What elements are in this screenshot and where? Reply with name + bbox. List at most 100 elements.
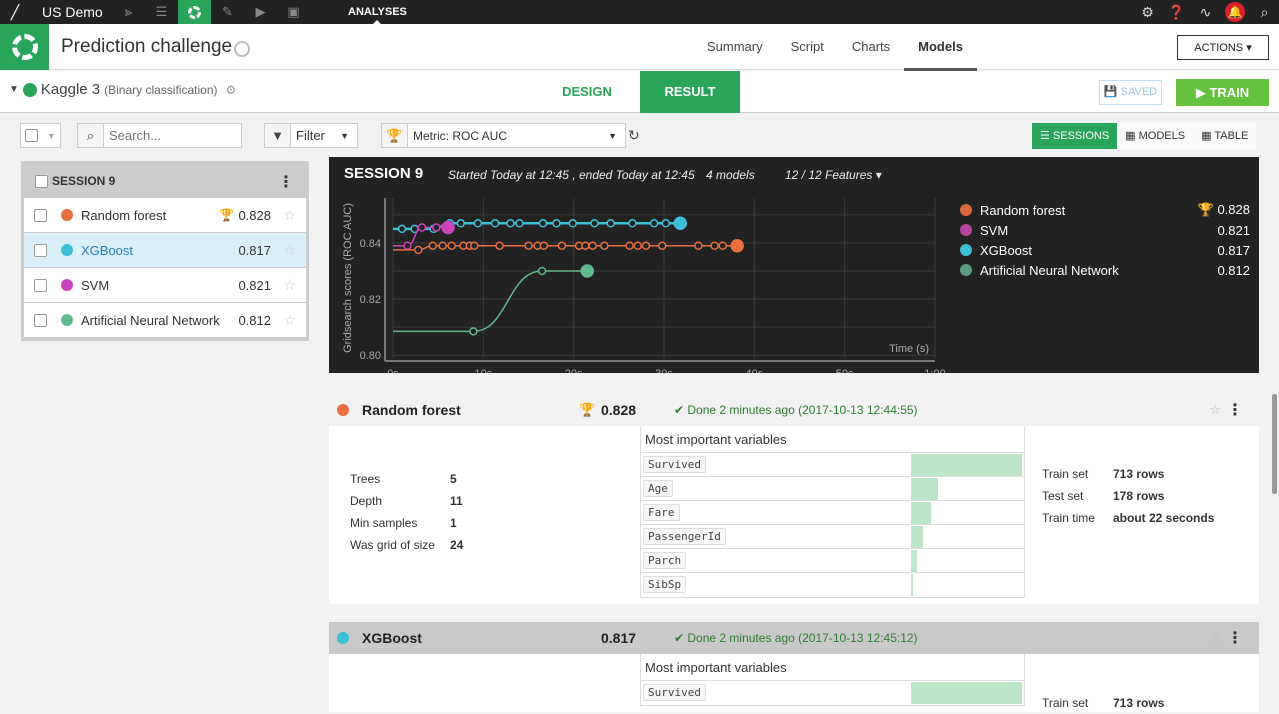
model-score: 0.812	[238, 312, 271, 328]
important-variables: Most important variables Survived Age Fare P…	[640, 426, 1025, 598]
ml-task-bar: ▼ Kaggle 3 (Binary classification) ⚙ DES…	[0, 71, 1279, 113]
search-input[interactable]	[104, 128, 239, 143]
compass-icon[interactable]	[234, 41, 250, 57]
stat-value: about 22 seconds	[1113, 511, 1215, 525]
datasets-icon[interactable]: ☰	[145, 0, 178, 24]
train-button[interactable]: ▶ TRAIN	[1176, 79, 1269, 106]
param-row: Was grid of size 24	[350, 534, 463, 556]
legend-item[interactable]: XGBoost 0.817	[960, 240, 1250, 260]
result-tab[interactable]: RESULT	[640, 71, 740, 113]
top-navbar: ╱ US Demo ⪢ ☰ ✎ ▶ ▣ ANALYSES ⚙ ❓ ∿ 🔔 ⌕	[0, 0, 1279, 24]
analyses-icon[interactable]	[178, 0, 211, 24]
legend-label: XGBoost	[980, 242, 1033, 258]
analysis-type: (Binary classification)	[104, 82, 218, 97]
bell-icon[interactable]: 🔔	[1225, 2, 1245, 22]
session-checkbox[interactable]	[35, 174, 48, 188]
model-name[interactable]: XGBoost	[362, 630, 422, 646]
session-model-row[interactable]: XGBoost 0.817 ☆	[24, 233, 306, 268]
metric-label: Metric: ROC AUC	[413, 128, 508, 143]
dashboard-icon[interactable]: ▣	[277, 0, 310, 24]
project-name[interactable]: US Demo	[42, 4, 112, 20]
param-name: Was grid of size	[350, 538, 435, 552]
notebook-icon[interactable]: ✎	[211, 0, 244, 24]
features-dropdown[interactable]: 12 / 12 Features ▾	[785, 168, 882, 182]
model-checkbox[interactable]	[34, 208, 47, 222]
session-model-row[interactable]: Artificial Neural Network 0.812 ☆	[24, 303, 306, 338]
tab-charts[interactable]: Charts	[838, 24, 904, 70]
kebab-menu-icon[interactable]: ⋮	[278, 172, 294, 192]
legend-item[interactable]: Random forest 🏆 0.828	[960, 200, 1250, 220]
importance-bar	[911, 526, 924, 548]
legend-item[interactable]: SVM 0.821	[960, 220, 1250, 240]
variable-name: Age	[643, 480, 673, 497]
settings-gear-icon[interactable]: ⚙	[226, 83, 237, 97]
data-point	[600, 241, 609, 250]
kebab-menu-icon[interactable]: ⋮	[1227, 400, 1243, 420]
data-point	[730, 238, 744, 253]
data-point	[414, 245, 423, 255]
caret-down-icon[interactable]: ▼	[9, 84, 19, 95]
select-all-dropdown[interactable]: ▼	[20, 123, 61, 148]
model-name[interactable]: SVM	[81, 278, 109, 293]
view-table[interactable]: ▦ TABLE	[1193, 123, 1256, 149]
gear-icon[interactable]: ⚙	[1133, 4, 1162, 21]
stat-name: Train set	[1042, 696, 1089, 710]
design-tab[interactable]: DESIGN	[537, 71, 637, 113]
tab-script[interactable]: Script	[777, 24, 838, 70]
view-models[interactable]: ▦ MODELS	[1117, 123, 1193, 149]
model-name[interactable]: Artificial Neural Network	[81, 313, 220, 328]
series-line-artificial-neural-network	[393, 270, 588, 333]
view-sessions-label: SESSIONS	[1052, 130, 1110, 142]
data-point	[473, 219, 483, 228]
data-point	[506, 219, 515, 228]
variable-name: Survived	[643, 456, 706, 473]
model-name[interactable]: Random forest	[362, 402, 461, 418]
star-icon[interactable]: ☆	[283, 207, 296, 224]
model-checkbox[interactable]	[34, 313, 47, 327]
model-name[interactable]: Random forest	[81, 208, 166, 223]
model-color-dot	[61, 209, 73, 221]
run-icon[interactable]: ▶	[244, 0, 277, 24]
select-all-checkbox[interactable]	[25, 129, 39, 142]
stat-row: Train set 713 rows	[1042, 692, 1164, 714]
help-icon[interactable]: ❓	[1162, 4, 1191, 21]
ml-task-breadcrumb[interactable]: ▼ Kaggle 3 (Binary classification) ⚙	[9, 81, 236, 98]
dataiku-logo-icon[interactable]: ╱	[0, 0, 30, 24]
refresh-icon[interactable]: ↻	[628, 127, 640, 144]
page-scrollbar[interactable]	[1272, 394, 1277, 494]
activity-icon[interactable]: ∿	[1191, 4, 1220, 21]
section-analyses[interactable]: ANALYSES	[348, 0, 407, 24]
page-title[interactable]: Prediction challenge	[61, 36, 232, 58]
metric-select[interactable]: 🏆 Metric: ROC AUC ▼	[381, 123, 626, 148]
model-card-header: XGBoost 0.817 ✔ Done 2 minutes ago (2017…	[329, 622, 1259, 654]
legend-item[interactable]: Artificial Neural Network 0.812	[960, 260, 1250, 280]
x-tick-label: 20s	[565, 368, 583, 373]
star-icon[interactable]: ☆	[283, 242, 296, 259]
saved-button[interactable]: 💾 SAVED	[1099, 80, 1162, 105]
flow-icon[interactable]: ⪢	[112, 0, 145, 24]
model-checkbox[interactable]	[34, 278, 47, 292]
actions-button[interactable]: ACTIONS ▾	[1177, 35, 1269, 60]
filter-dropdown[interactable]: ▼ Filter ▼	[264, 123, 358, 148]
star-icon[interactable]: ☆	[1209, 630, 1221, 646]
stat-value: 178 rows	[1113, 489, 1165, 503]
model-params: Trees 5 Depth 11 Min samples 1 Was grid of siz…	[350, 468, 463, 556]
view-sessions[interactable]: ☰ SESSIONS	[1032, 123, 1118, 149]
data-point	[633, 241, 643, 250]
star-icon[interactable]: ☆	[283, 277, 296, 294]
tab-summary[interactable]: Summary	[693, 24, 777, 70]
caret-down-icon[interactable]: ▼	[47, 131, 56, 141]
stat-value: 713 rows	[1113, 696, 1165, 710]
session-model-row[interactable]: Random forest 🏆 0.828 ☆	[24, 198, 306, 233]
legend-label: SVM	[980, 222, 1009, 238]
star-icon[interactable]: ☆	[1209, 402, 1221, 418]
model-checkbox[interactable]	[34, 243, 47, 257]
data-point	[657, 241, 667, 250]
x-tick-label: 50s	[836, 368, 854, 373]
search-icon[interactable]: ⌕	[1250, 4, 1279, 21]
kebab-menu-icon[interactable]: ⋮	[1227, 628, 1243, 648]
tab-models[interactable]: Models	[904, 24, 977, 71]
model-name[interactable]: XGBoost	[81, 243, 133, 258]
star-icon[interactable]: ☆	[283, 312, 296, 329]
session-model-row[interactable]: SVM 0.821 ☆	[24, 268, 306, 303]
